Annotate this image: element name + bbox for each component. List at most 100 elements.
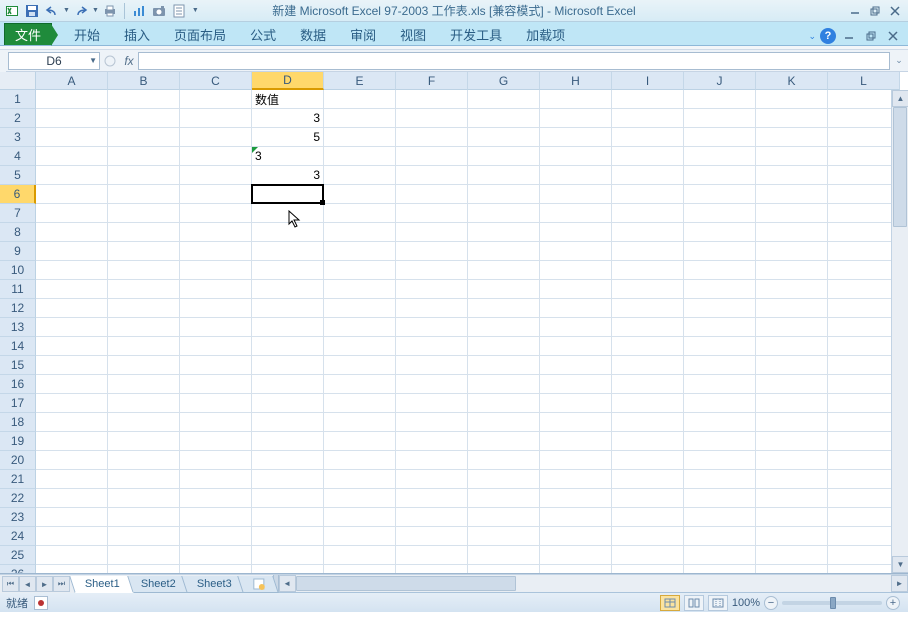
cell-F12[interactable]	[396, 299, 468, 318]
cell-K19[interactable]	[756, 432, 828, 451]
cell-E18[interactable]	[324, 413, 396, 432]
cell-L7[interactable]	[828, 204, 900, 223]
cell-E17[interactable]	[324, 394, 396, 413]
cell-K22[interactable]	[756, 489, 828, 508]
insert-sheet-tab[interactable]	[237, 576, 279, 593]
sheet-tab-Sheet3[interactable]: Sheet3	[181, 576, 245, 593]
minimize-icon[interactable]	[846, 2, 864, 20]
tab-insert[interactable]: 插入	[112, 23, 162, 45]
cell-K1[interactable]	[756, 90, 828, 109]
row-header-18[interactable]: 18	[0, 413, 36, 432]
cell-G26[interactable]	[468, 565, 540, 574]
cell-I22[interactable]	[612, 489, 684, 508]
cell-J12[interactable]	[684, 299, 756, 318]
col-header-K[interactable]: K	[756, 72, 828, 90]
cell-K25[interactable]	[756, 546, 828, 565]
cell-A3[interactable]	[36, 128, 108, 147]
cell-L3[interactable]	[828, 128, 900, 147]
cell-J23[interactable]	[684, 508, 756, 527]
cell-G22[interactable]	[468, 489, 540, 508]
cell-L8[interactable]	[828, 223, 900, 242]
cell-B25[interactable]	[108, 546, 180, 565]
cell-C21[interactable]	[180, 470, 252, 489]
cell-E5[interactable]	[324, 166, 396, 185]
cell-A7[interactable]	[36, 204, 108, 223]
row-header-16[interactable]: 16	[0, 375, 36, 394]
cell-A26[interactable]	[36, 565, 108, 574]
row-header-6[interactable]: 6	[0, 185, 36, 204]
cell-J3[interactable]	[684, 128, 756, 147]
col-header-A[interactable]: A	[36, 72, 108, 90]
row-header-4[interactable]: 4	[0, 147, 36, 166]
col-header-E[interactable]: E	[324, 72, 396, 90]
cell-D10[interactable]	[252, 261, 324, 280]
cell-F18[interactable]	[396, 413, 468, 432]
cell-L19[interactable]	[828, 432, 900, 451]
cell-D24[interactable]	[252, 527, 324, 546]
cell-G18[interactable]	[468, 413, 540, 432]
cell-H14[interactable]	[540, 337, 612, 356]
cell-C3[interactable]	[180, 128, 252, 147]
cell-A23[interactable]	[36, 508, 108, 527]
zoom-in-icon[interactable]: +	[886, 596, 900, 610]
qat-form-icon[interactable]	[170, 2, 188, 20]
cell-A18[interactable]	[36, 413, 108, 432]
cell-D19[interactable]	[252, 432, 324, 451]
cell-F8[interactable]	[396, 223, 468, 242]
cell-D7[interactable]	[252, 204, 324, 223]
cell-I26[interactable]	[612, 565, 684, 574]
scroll-left-icon[interactable]: ◄	[279, 575, 296, 592]
cell-E15[interactable]	[324, 356, 396, 375]
cell-D4[interactable]: 3	[252, 147, 324, 166]
zoom-percent[interactable]: 100%	[732, 597, 760, 609]
col-header-H[interactable]: H	[540, 72, 612, 90]
macro-record-icon[interactable]	[34, 596, 48, 610]
cell-D12[interactable]	[252, 299, 324, 318]
cell-I11[interactable]	[612, 280, 684, 299]
cell-E25[interactable]	[324, 546, 396, 565]
cell-G25[interactable]	[468, 546, 540, 565]
cell-I1[interactable]	[612, 90, 684, 109]
cell-F3[interactable]	[396, 128, 468, 147]
redo-dropdown-icon[interactable]: ▼	[92, 7, 99, 14]
cell-I9[interactable]	[612, 242, 684, 261]
cell-A17[interactable]	[36, 394, 108, 413]
cell-G23[interactable]	[468, 508, 540, 527]
cell-I21[interactable]	[612, 470, 684, 489]
col-header-D[interactable]: D	[252, 72, 324, 90]
col-header-I[interactable]: I	[612, 72, 684, 90]
cell-C26[interactable]	[180, 565, 252, 574]
cell-B13[interactable]	[108, 318, 180, 337]
row-header-5[interactable]: 5	[0, 166, 36, 185]
cell-H4[interactable]	[540, 147, 612, 166]
cell-L15[interactable]	[828, 356, 900, 375]
cell-G10[interactable]	[468, 261, 540, 280]
cell-C25[interactable]	[180, 546, 252, 565]
cell-B1[interactable]	[108, 90, 180, 109]
formula-expand-icon[interactable]: ⌄	[892, 52, 906, 70]
qat-customize-icon[interactable]: ▼	[192, 7, 199, 14]
cell-A8[interactable]	[36, 223, 108, 242]
cell-G13[interactable]	[468, 318, 540, 337]
cell-L12[interactable]	[828, 299, 900, 318]
cell-J21[interactable]	[684, 470, 756, 489]
cell-D1[interactable]: 数值	[252, 90, 324, 109]
cell-B6[interactable]	[108, 185, 180, 204]
cell-J16[interactable]	[684, 375, 756, 394]
cell-L11[interactable]	[828, 280, 900, 299]
vertical-scrollbar[interactable]: ▲ ▼	[891, 90, 908, 573]
cell-J22[interactable]	[684, 489, 756, 508]
tab-view[interactable]: 视图	[388, 23, 438, 45]
cell-K26[interactable]	[756, 565, 828, 574]
cell-B19[interactable]	[108, 432, 180, 451]
cell-L13[interactable]	[828, 318, 900, 337]
cell-G11[interactable]	[468, 280, 540, 299]
row-header-22[interactable]: 22	[0, 489, 36, 508]
cell-F2[interactable]	[396, 109, 468, 128]
redo-icon[interactable]	[72, 2, 90, 20]
cell-L4[interactable]	[828, 147, 900, 166]
cell-D14[interactable]	[252, 337, 324, 356]
tab-review[interactable]: 审阅	[338, 23, 388, 45]
cell-D2[interactable]: 3	[252, 109, 324, 128]
cell-J24[interactable]	[684, 527, 756, 546]
